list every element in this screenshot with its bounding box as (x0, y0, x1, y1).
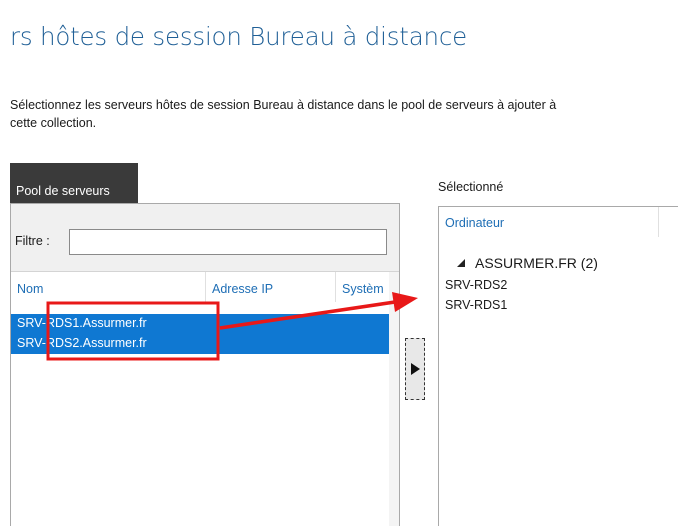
selected-item-srv-rds1[interactable]: SRV-RDS1 (445, 298, 507, 312)
table-row-srv-rds1[interactable]: SRV-RDS1.Assurmer.fr (11, 314, 389, 334)
group-assurmer[interactable]: ASSURMER.FR (2) (457, 255, 598, 271)
filter-label: Filtre : (15, 234, 50, 248)
column-header-systeme[interactable]: Systèm (336, 272, 389, 302)
filter-bar: Filtre : (11, 204, 399, 272)
column-header-adresse-ip[interactable]: Adresse IP (206, 272, 336, 302)
triangle-down-icon[interactable] (457, 259, 465, 267)
server-list: SRV-RDS1.Assurmer.fr SRV-RDS2.Assurmer.f… (11, 314, 389, 354)
column-header-ordinateur[interactable]: Ordinateur (439, 207, 659, 237)
add-selected-button[interactable] (405, 338, 425, 400)
table-row-srv-rds2[interactable]: SRV-RDS2.Assurmer.fr (11, 334, 389, 354)
vertical-scrollbar[interactable] (389, 272, 399, 526)
description-line-2: cette collection. (10, 116, 97, 130)
selected-panel: Ordinateur ASSURMER.FR (2) SRV-RDS2 SRV-… (438, 206, 678, 526)
server-pool-panel: Filtre : Nom Adresse IP Systèm SRV-RDS1.… (10, 203, 400, 526)
page-title: rs hôtes de session Bureau à distance (10, 22, 467, 51)
arrow-right-icon (411, 363, 420, 375)
selected-item-srv-rds2[interactable]: SRV-RDS2 (445, 278, 507, 292)
column-header-nom[interactable]: Nom (11, 272, 206, 302)
description-line-1: Sélectionnez les serveurs hôtes de sessi… (10, 98, 557, 112)
selected-title: Sélectionné (438, 180, 504, 194)
filter-input[interactable] (69, 229, 387, 255)
page-description: Sélectionnez les serveurs hôtes de sessi… (10, 96, 678, 132)
tab-pool-de-serveurs[interactable]: Pool de serveurs (10, 163, 138, 203)
group-label: ASSURMER.FR (2) (475, 255, 598, 271)
